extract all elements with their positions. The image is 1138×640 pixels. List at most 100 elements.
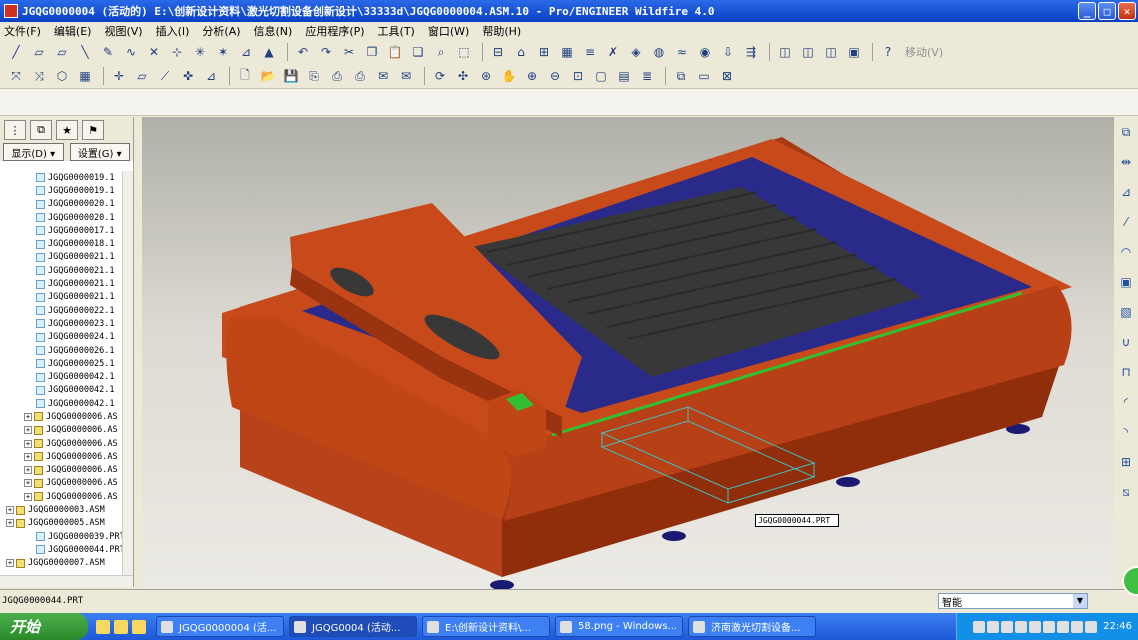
- parameter-icon[interactable]: ≡: [580, 42, 600, 62]
- settings-button[interactable]: 设置(G) ▾: [69, 143, 130, 161]
- expand-icon[interactable]: +: [24, 466, 32, 475]
- tree-item[interactable]: + JGQG0000006.AS: [0, 464, 122, 477]
- relation-icon[interactable]: ⊞: [534, 42, 554, 62]
- analysis-icon[interactable]: ⊿: [236, 42, 256, 62]
- round-icon[interactable]: ◜: [1117, 395, 1135, 413]
- save-copy-icon[interactable]: ⎘: [304, 66, 324, 86]
- tree-item[interactable]: + JGQG0000003.ASM: [0, 503, 122, 516]
- zoom-out-icon[interactable]: ⊖: [545, 66, 565, 86]
- tray-icon[interactable]: [1015, 620, 1028, 633]
- section-icon[interactable]: ⌂: [511, 42, 531, 62]
- pan-icon[interactable]: ✋: [499, 66, 519, 86]
- menu-analysis[interactable]: 分析(A): [202, 23, 240, 39]
- tree-item[interactable]: JGQG0000020.1: [0, 198, 122, 211]
- revolve-icon[interactable]: ∪: [1117, 335, 1135, 353]
- menu-info[interactable]: 信息(N): [254, 23, 293, 39]
- cut-icon[interactable]: ✂: [339, 42, 359, 62]
- tree-item[interactable]: + JGQG0000006.AS: [0, 450, 122, 463]
- grid-icon[interactable]: ▦: [75, 66, 95, 86]
- model-3d-view[interactable]: [142, 117, 1114, 590]
- minimize-button[interactable]: _: [1078, 2, 1096, 20]
- panel-sash[interactable]: [134, 117, 142, 587]
- show-button[interactable]: 显示(D) ▾: [3, 143, 64, 161]
- menu-applications[interactable]: 应用程序(P): [305, 23, 364, 39]
- expand-icon[interactable]: +: [24, 439, 32, 448]
- tree-item[interactable]: JGQG0000025.1: [0, 357, 122, 370]
- tray-icon[interactable]: [1001, 620, 1014, 633]
- close-button[interactable]: ✕: [1118, 2, 1136, 20]
- menu-help[interactable]: 帮助(H): [482, 23, 521, 39]
- tray-icon[interactable]: [973, 620, 986, 633]
- tree-item[interactable]: JGQG0000019.1: [0, 171, 122, 184]
- tree-item[interactable]: JGQG0000021.1: [0, 264, 122, 277]
- hidden-line-icon[interactable]: ◫: [798, 42, 818, 62]
- shape-icon[interactable]: ⬡: [52, 66, 72, 86]
- clock[interactable]: 22:46: [1103, 621, 1132, 632]
- model-tree-tab-icon[interactable]: ⋮: [4, 120, 26, 140]
- tree-item[interactable]: + JGQG0000006.AS: [0, 410, 122, 423]
- tray-icon[interactable]: [1029, 620, 1042, 633]
- tree-item[interactable]: JGQG0000018.1: [0, 237, 122, 250]
- parallelogram-icon[interactable]: ▱: [52, 42, 72, 62]
- menu-file[interactable]: 文件(F): [4, 23, 41, 39]
- appearance-icon[interactable]: ◉: [695, 42, 715, 62]
- quick-launch-icon[interactable]: [132, 619, 146, 634]
- mail-link-icon[interactable]: ✉: [396, 66, 416, 86]
- wireframe-icon[interactable]: ▣: [844, 42, 864, 62]
- favorites-tab-icon[interactable]: ★: [56, 120, 78, 140]
- tree-item[interactable]: JGQG0000042.1: [0, 384, 122, 397]
- datum-icon[interactable]: ✶: [213, 42, 233, 62]
- no-hidden-icon[interactable]: ◫: [821, 42, 841, 62]
- datum-plane-icon[interactable]: ⊿: [1117, 185, 1135, 203]
- expand-icon[interactable]: +: [24, 492, 32, 501]
- tree-item[interactable]: JGQG0000019.1: [0, 184, 122, 197]
- search-icon[interactable]: ⌕: [431, 42, 451, 62]
- tray-icon[interactable]: [1085, 620, 1098, 633]
- chamfer-icon[interactable]: ◝: [1117, 425, 1135, 443]
- quick-launch-icon[interactable]: [114, 619, 128, 634]
- undo-icon[interactable]: ↶: [293, 42, 313, 62]
- tree-item[interactable]: + JGQG0000007.ASM: [0, 557, 122, 570]
- tray-icon[interactable]: [1057, 620, 1070, 633]
- copy-icon[interactable]: ❐: [362, 42, 382, 62]
- dimension-icon[interactable]: ⊟: [488, 42, 508, 62]
- shading-icon[interactable]: ◫: [775, 42, 795, 62]
- tree-item[interactable]: JGQG0000042.1: [0, 397, 122, 410]
- tray-icon[interactable]: [1043, 620, 1056, 633]
- tree-item[interactable]: JGQG0000021.1: [0, 277, 122, 290]
- tree-item[interactable]: + JGQG0000006.AS: [0, 477, 122, 490]
- xref-icon[interactable]: ✗: [603, 42, 623, 62]
- view-list-icon[interactable]: ≣: [637, 66, 657, 86]
- model-tree-icon[interactable]: ⇩: [718, 42, 738, 62]
- tree-vertical-scrollbar[interactable]: [122, 171, 133, 575]
- repaint-icon[interactable]: ▢: [591, 66, 611, 86]
- tree-item[interactable]: JGQG0000017.1: [0, 224, 122, 237]
- tree-item[interactable]: JGQG0000044.PRT: [0, 543, 122, 556]
- help-pointer-icon[interactable]: ?: [878, 42, 898, 62]
- tree-item[interactable]: JGQG0000026.1: [0, 344, 122, 357]
- connections-tab-icon[interactable]: ⚑: [82, 120, 104, 140]
- expand-icon[interactable]: +: [6, 559, 14, 568]
- datum-point-icon[interactable]: ◠: [1117, 245, 1135, 263]
- start-button[interactable]: 开始: [0, 613, 88, 640]
- save-icon[interactable]: 💾: [281, 66, 301, 86]
- sketch-tool-icon[interactable]: ▣: [1117, 275, 1135, 293]
- component-icon[interactable]: ⧉: [1117, 125, 1135, 143]
- pattern-icon[interactable]: ⊞: [1117, 455, 1135, 473]
- menu-insert[interactable]: 插入(I): [156, 23, 190, 39]
- axis-toggle-icon[interactable]: ⟋: [155, 66, 175, 86]
- expand-icon[interactable]: +: [6, 519, 14, 528]
- csys-toggle-icon[interactable]: ✜: [178, 66, 198, 86]
- backup-icon[interactable]: ⎙: [327, 66, 347, 86]
- regenerate-icon[interactable]: ⟳: [430, 66, 450, 86]
- tree-item[interactable]: + JGQG0000006.AS: [0, 490, 122, 503]
- menu-tools[interactable]: 工具(T): [378, 23, 415, 39]
- tree-item[interactable]: + JGQG0000006.AS: [0, 424, 122, 437]
- table-icon[interactable]: ▦: [557, 42, 577, 62]
- folder-tab-icon[interactable]: ⧉: [30, 120, 52, 140]
- taskbar-item[interactable]: 济南激光切割设备...: [688, 616, 816, 637]
- wave-icon[interactable]: ≈: [672, 42, 692, 62]
- title-bar[interactable]: JGQG0000004 (活动的) E:\创新设计资料\激光切割设备创新设计\3…: [0, 0, 1138, 22]
- move-icon[interactable]: ⇹: [1117, 155, 1135, 173]
- graphics-window[interactable]: [142, 117, 1114, 590]
